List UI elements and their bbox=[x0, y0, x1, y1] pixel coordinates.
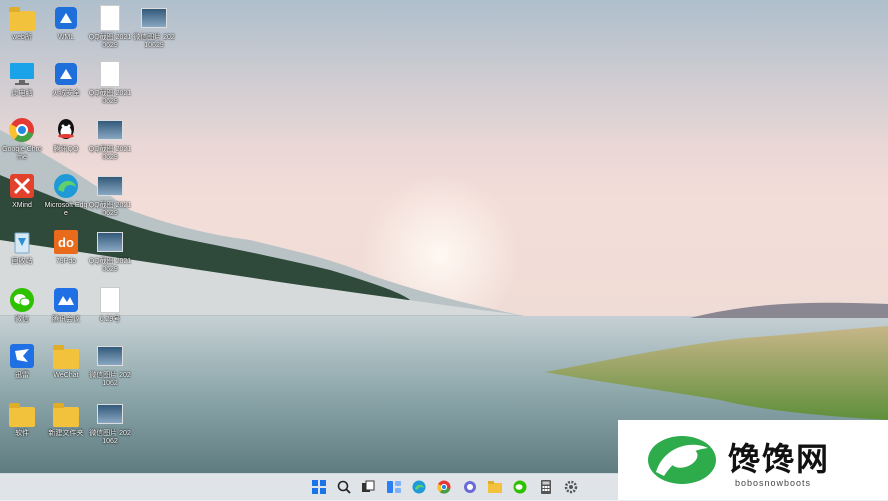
app-blue-icon bbox=[52, 4, 80, 32]
desktop-icon[interactable]: QQ截图 20210629 bbox=[88, 172, 132, 218]
widgets-icon[interactable] bbox=[386, 479, 402, 495]
desktop-icon[interactable]: 软件 bbox=[0, 400, 44, 438]
desktop-icon[interactable]: QQ截图 20210629 bbox=[88, 60, 132, 106]
settings-icon[interactable] bbox=[563, 479, 579, 495]
leaf-logo-icon bbox=[648, 436, 716, 484]
watermark-title: 馋馋网 bbox=[728, 440, 831, 478]
desktop-icon[interactable]: WeChat bbox=[44, 342, 88, 380]
desktop-icon[interactable]: 微信图片 20210629 bbox=[132, 4, 176, 50]
watermark-subtitle: bobosnowboots bbox=[735, 478, 812, 488]
desktop-icon[interactable]: 火绒安全 bbox=[44, 60, 88, 98]
doc-icon bbox=[96, 4, 124, 32]
desktop-icon-label: 腾讯会议 bbox=[52, 316, 80, 323]
desktop-icon-label: QQ截图 20210629 bbox=[88, 258, 132, 273]
search-icon[interactable] bbox=[336, 479, 352, 495]
desktop-icon[interactable]: 腾讯QQ bbox=[44, 116, 88, 154]
desktop-icon[interactable]: web所 bbox=[0, 4, 44, 42]
edge-icon[interactable] bbox=[411, 479, 427, 495]
thumb-icon bbox=[96, 400, 124, 428]
desktop-icon-label: 6.29号 bbox=[99, 316, 121, 323]
desktop-icon-label: 迅雷 bbox=[15, 372, 29, 379]
chat-icon[interactable] bbox=[462, 479, 478, 495]
desktop-icon[interactable]: Google Chrome bbox=[0, 116, 44, 162]
doc-icon bbox=[96, 286, 124, 314]
desktop-icon-label: QQ截图 20210629 bbox=[88, 146, 132, 161]
desktop-icon-label: 火绒安全 bbox=[52, 90, 80, 97]
desktop-icon[interactable]: Microsoft Edge bbox=[44, 172, 88, 218]
desktop-icon[interactable]: 微信 bbox=[0, 286, 44, 324]
desktop-icon[interactable]: XMind bbox=[0, 172, 44, 210]
desktop-icon-label: QQ截图 20210629 bbox=[88, 202, 132, 217]
desktop-icon-label: Microsoft Edge bbox=[44, 202, 88, 217]
desktop-icon-label: 微信 bbox=[15, 316, 29, 323]
thumb-icon bbox=[96, 342, 124, 370]
xmind-icon bbox=[8, 172, 36, 200]
qq-icon bbox=[52, 116, 80, 144]
desktop-icon[interactable]: 迅雷 bbox=[0, 342, 44, 380]
folder-icon bbox=[8, 400, 36, 428]
svg-text:do: do bbox=[58, 235, 74, 250]
calculator-icon[interactable] bbox=[538, 479, 554, 495]
desktop-icon-label: Google Chrome bbox=[2, 146, 42, 161]
app-blue-icon bbox=[52, 60, 80, 88]
thumb-icon bbox=[140, 4, 168, 32]
thumb-icon bbox=[96, 228, 124, 256]
desktop-icon[interactable]: 微信图片 2021062 bbox=[88, 342, 132, 388]
desktop-icon[interactable]: WML bbox=[44, 4, 88, 42]
desktop-icon-label: QQ截图 20210629 bbox=[88, 90, 132, 105]
desktop-icon[interactable]: 6.29号 bbox=[88, 286, 132, 324]
thumb-icon bbox=[96, 116, 124, 144]
desktop-icon-label: 新建文件夹 bbox=[48, 430, 84, 437]
desktop-icon-label: 回收站 bbox=[11, 258, 33, 265]
thumb-icon bbox=[96, 172, 124, 200]
desktop-icon[interactable]: 微信图片 2021062 bbox=[88, 400, 132, 446]
desktop-icon[interactable]: QQ截图 20210629 bbox=[88, 4, 132, 50]
desktop-icon-label: 微信图片 20210629 bbox=[133, 34, 175, 49]
chrome-icon bbox=[8, 116, 36, 144]
xunlei-icon bbox=[8, 342, 36, 370]
edge-icon bbox=[52, 172, 80, 200]
meeting-icon bbox=[52, 286, 80, 314]
desktop-icon[interactable]: QQ截图 20210629 bbox=[88, 116, 132, 162]
folder-icon bbox=[52, 342, 80, 370]
recycle-icon bbox=[8, 228, 36, 256]
monitor-icon bbox=[8, 60, 36, 88]
do-icon: do bbox=[52, 228, 80, 256]
desktop-icon-label: 软件 bbox=[15, 430, 29, 437]
file-explorer-icon[interactable] bbox=[487, 479, 503, 495]
desktop-icon[interactable]: 此电脑 bbox=[0, 60, 44, 98]
desktop-icon[interactable]: 新建文件夹 bbox=[44, 400, 88, 438]
desktop-icon-label: 微信图片 2021062 bbox=[89, 372, 131, 387]
desktop-icon-label: 微信图片 2021062 bbox=[89, 430, 131, 445]
windows-start-icon[interactable] bbox=[311, 479, 327, 495]
desktop-icon-label: QQ截图 20210629 bbox=[88, 34, 132, 49]
desktop-icon-label: 腾讯QQ bbox=[53, 146, 79, 153]
wechat-icon[interactable] bbox=[512, 479, 528, 495]
chrome-icon[interactable] bbox=[436, 479, 452, 495]
desktop-icon[interactable]: 回收站 bbox=[0, 228, 44, 266]
desktop-icon[interactable]: QQ截图 20210629 bbox=[88, 228, 132, 274]
doc-icon bbox=[96, 60, 124, 88]
desktop-icon-label: XMind bbox=[12, 202, 32, 209]
desktop-icon-label: WML bbox=[57, 34, 75, 41]
task-view-icon[interactable] bbox=[360, 479, 376, 495]
desktop-icon[interactable]: do 79Pdo bbox=[44, 228, 88, 266]
desktop-icon-label: 此电脑 bbox=[11, 90, 33, 97]
folder-icon bbox=[52, 400, 80, 428]
folder-icon bbox=[8, 4, 36, 32]
desktop-icon[interactable]: 腾讯会议 bbox=[44, 286, 88, 324]
desktop-icon-label: 79Pdo bbox=[55, 258, 77, 265]
wechat-icon bbox=[8, 286, 36, 314]
desktop-icon-label: web所 bbox=[12, 34, 32, 41]
watermark-logo: 馋馋网 bobosnowboots bbox=[618, 420, 888, 500]
desktop-icon-label: WeChat bbox=[53, 372, 79, 379]
